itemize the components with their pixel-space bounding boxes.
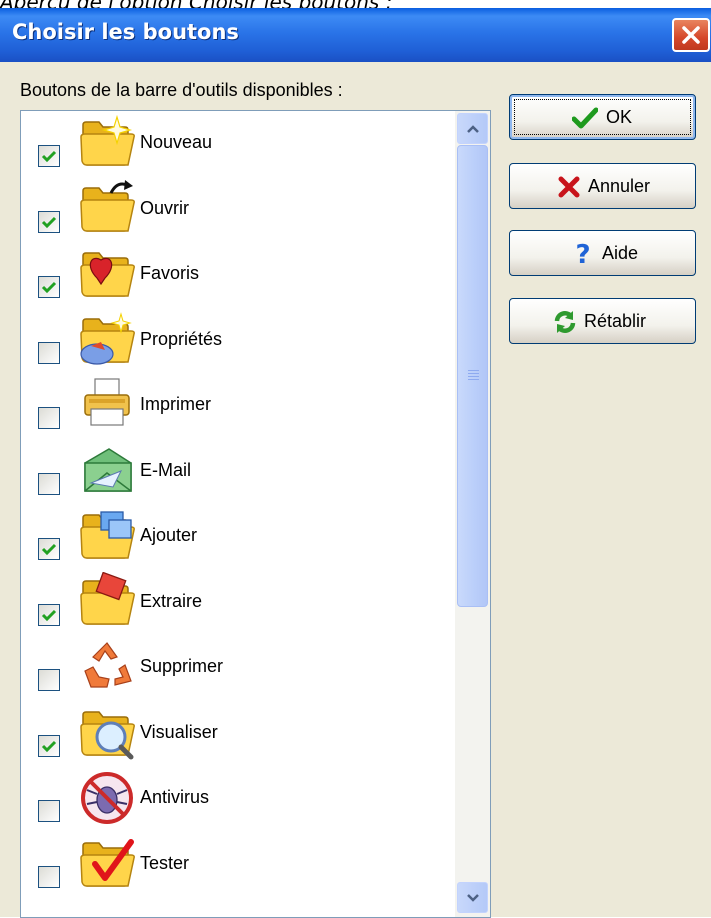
item-checkbox[interactable] (38, 210, 60, 233)
item-checkbox[interactable] (38, 407, 60, 429)
item-checkbox[interactable] (38, 865, 60, 888)
item-label: Extraire (140, 590, 203, 611)
checkmark-icon (41, 281, 57, 294)
close-button[interactable] (672, 18, 710, 52)
svg-text:?: ? (575, 240, 590, 268)
add-folder-icon (80, 511, 135, 559)
reset-button-label: Rétablir (584, 311, 647, 331)
checkmark-icon (41, 150, 57, 163)
title-bar[interactable]: Choisir les boutons (0, 8, 711, 62)
ok-button[interactable]: OK (509, 94, 696, 140)
favorites-heart-folder-icon (80, 252, 135, 297)
antivirus-bug-icon (81, 772, 133, 824)
extract-folder-icon (80, 571, 135, 625)
item-label: Ajouter (140, 525, 198, 545)
vertical-scrollbar[interactable] (455, 111, 490, 917)
scroll-thumb[interactable] (457, 145, 488, 607)
list-item[interactable]: Ouvrir (21, 178, 455, 242)
question-mark-icon: ? (575, 240, 590, 268)
cancel-button-label: Annuler (588, 176, 651, 196)
item-checkbox[interactable] (38, 145, 60, 167)
red-x-icon (558, 176, 580, 198)
list-item[interactable]: Supprimer (21, 636, 455, 700)
scroll-up-button[interactable] (457, 113, 488, 144)
item-label: E-Mail (140, 459, 192, 480)
close-icon (682, 26, 700, 44)
checkmark-icon (41, 216, 57, 228)
page-caption: Aperçu de l'option Choisir les boutons : (0, 0, 711, 8)
list-item[interactable]: Imprimer (21, 374, 455, 438)
item-label: Imprimer (140, 394, 211, 414)
item-checkbox[interactable] (38, 472, 60, 495)
list-item[interactable]: Propriétés (21, 309, 455, 373)
view-magnifier-icon (80, 710, 135, 759)
item-label: Nouveau (140, 132, 213, 152)
help-button-label: Aide (602, 243, 639, 263)
list-item[interactable]: Antivirus (21, 767, 455, 831)
item-label: Ouvrir (140, 197, 189, 218)
available-buttons-label: Boutons de la barre d'outils disponibles… (20, 80, 343, 100)
item-checkbox[interactable] (38, 341, 60, 364)
item-checkbox[interactable] (38, 734, 60, 757)
list-item[interactable]: Favoris (21, 243, 455, 307)
available-buttons-list[interactable]: Nouveau Ouvrir Favoris Propriétés Imprime… (20, 110, 491, 918)
item-label: Propriétés (140, 328, 223, 349)
item-checkbox[interactable] (38, 669, 60, 691)
list-item[interactable]: Nouveau (21, 112, 455, 176)
chevron-up-icon (467, 125, 479, 133)
chevron-down-icon (467, 894, 479, 902)
list-item[interactable]: Ajouter (21, 505, 455, 569)
checkmark-icon (41, 609, 57, 621)
reset-button[interactable]: Rétablir (509, 298, 696, 344)
test-checkmark-folder-icon (80, 838, 135, 887)
item-label: Supprimer (140, 656, 224, 676)
item-checkbox[interactable] (38, 538, 60, 560)
item-label: Antivirus (140, 787, 210, 807)
item-label: Visualiser (140, 721, 218, 742)
checkmark-icon (41, 740, 57, 752)
open-folder-icon (80, 179, 135, 232)
item-checkbox[interactable] (38, 603, 60, 626)
item-label: Favoris (140, 263, 200, 283)
ok-button-label: OK (606, 107, 633, 127)
printer-icon (84, 378, 130, 426)
refresh-arrows-icon (554, 311, 576, 333)
list-item[interactable]: E-Mail (21, 440, 455, 504)
email-envelope-icon (84, 447, 132, 492)
list-item[interactable]: Tester (21, 833, 455, 897)
grip-icon (468, 370, 479, 382)
scroll-down-button[interactable] (457, 882, 488, 913)
checkmark-icon (572, 107, 598, 129)
cancel-button[interactable]: Annuler (509, 163, 696, 209)
choose-buttons-dialog: Choisir les boutons Boutons de la barre … (0, 8, 711, 918)
list-item[interactable]: Visualiser (21, 702, 455, 766)
item-checkbox[interactable] (38, 276, 60, 298)
item-checkbox[interactable] (38, 800, 60, 822)
item-label: Tester (140, 852, 190, 873)
dialog-title: Choisir les boutons (12, 20, 239, 44)
list-item[interactable]: Extraire (21, 571, 455, 635)
new-folder-sparkle-icon (80, 114, 135, 166)
checkmark-icon (41, 543, 57, 556)
properties-folder-icon (80, 311, 135, 365)
recycle-icon (84, 642, 132, 688)
help-button[interactable]: ? Aide (509, 230, 696, 276)
